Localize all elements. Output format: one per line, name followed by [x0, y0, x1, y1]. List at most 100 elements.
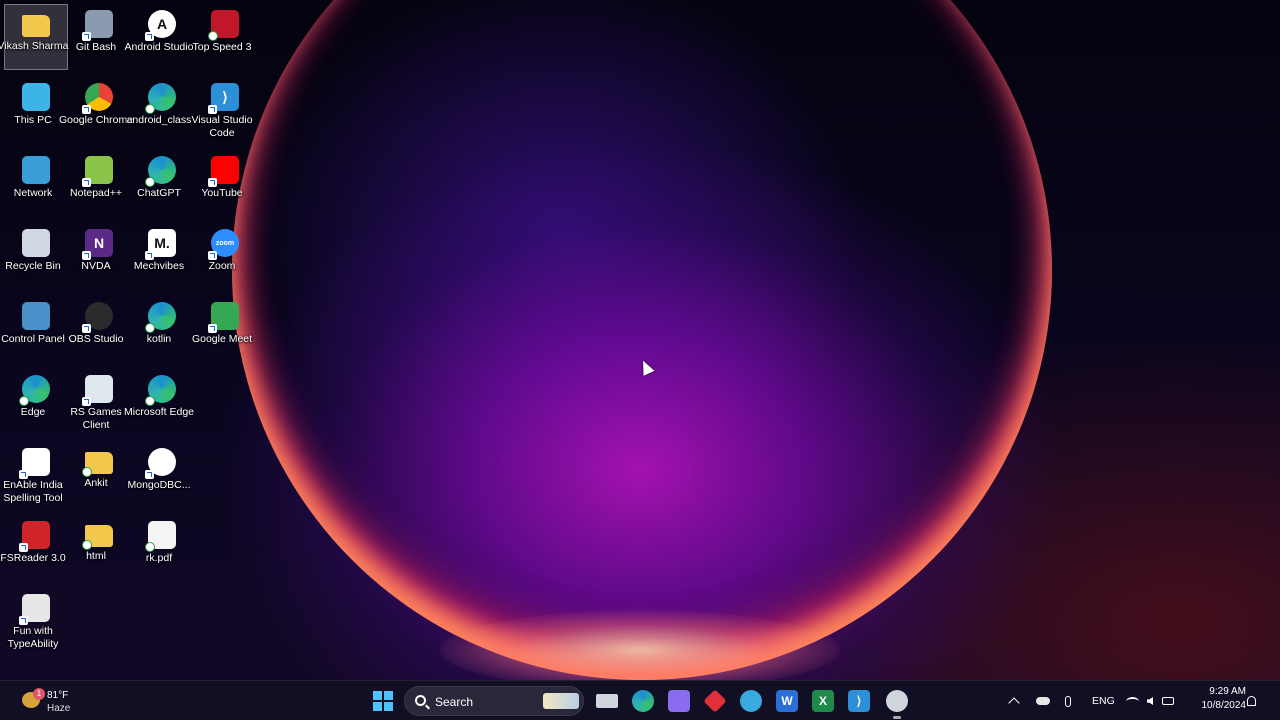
taskbar-app-button[interactable]: ⟩ [846, 688, 872, 714]
desktop-icon[interactable]: kotlin [130, 296, 194, 362]
desktop-icon[interactable]: Ankit [67, 442, 131, 508]
shortcut-overlay-icon [145, 396, 155, 406]
shortcut-overlay-icon [208, 324, 217, 333]
zoom-icon: zoom [208, 229, 239, 260]
folder-icon [82, 525, 113, 550]
desktop-icon-label: Top Speed 3 [192, 41, 252, 53]
shortcut-overlay-icon [82, 467, 92, 477]
desktop-icon[interactable]: Google Meet [192, 296, 257, 362]
wifi-icon [1126, 696, 1139, 706]
microphone-icon [1065, 695, 1071, 707]
shortcut-overlay-icon [145, 251, 154, 260]
shortcut-overlay-icon [145, 323, 155, 333]
typeability-icon [19, 594, 50, 625]
desktop-icon[interactable]: YouTube [193, 150, 257, 216]
desktop: Vikash Sharma This PC Network Recycle Bin Co… [0, 0, 1280, 680]
desktop-icon[interactable]: Notepad++ [67, 150, 131, 216]
word-icon: W [776, 690, 798, 712]
desktop-icon[interactable]: Fun with TypeAbility [4, 588, 68, 654]
desktop-icon[interactable]: RS Games Client [67, 369, 131, 435]
document-icon [19, 448, 50, 479]
desktop-icon[interactable]: N NVDA [67, 223, 131, 289]
microphone-button[interactable] [1065, 681, 1071, 720]
language-indicator[interactable]: ENG [1092, 681, 1115, 720]
desktop-icon-label: rk.pdf [145, 552, 173, 564]
desktop-icon-label: Visual Studio Code [191, 114, 253, 139]
desktop-icon[interactable]: FSReader 3.0 [0, 515, 68, 581]
taskbar-app-button[interactable] [594, 688, 620, 714]
taskbar-app-button[interactable] [666, 688, 692, 714]
clock-date: 10/8/2024 [1201, 700, 1247, 711]
nvda-icon: N [82, 229, 113, 260]
desktop-icon[interactable]: OBS Studio [67, 296, 131, 362]
top-speed-icon [208, 10, 239, 41]
start-button[interactable] [370, 688, 396, 714]
desktop-icon[interactable]: A Android Studio [125, 4, 194, 70]
edge-icon [145, 156, 176, 187]
computer-icon [22, 83, 50, 111]
help-icon [740, 690, 762, 712]
notifications-button[interactable] [1247, 681, 1256, 720]
desktop-icon[interactable]: This PC [4, 77, 68, 143]
desktop-icon[interactable]: zoom Zoom [193, 223, 257, 289]
shortcut-overlay-icon [19, 470, 28, 479]
shortcut-overlay-icon [145, 32, 154, 41]
android-studio-icon: A [145, 10, 176, 41]
taskbar-app-button[interactable] [738, 688, 764, 714]
obs-studio-icon [82, 302, 113, 333]
quick-settings-button[interactable] [1126, 681, 1174, 720]
folder-icon [82, 452, 113, 477]
shortcut-overlay-icon [82, 324, 91, 333]
edge-icon [145, 83, 176, 114]
network-icon [22, 156, 50, 184]
desktop-icon[interactable]: Control Panel [1, 296, 68, 362]
weather-temperature: 81°F [47, 690, 69, 701]
desktop-icon[interactable]: Recycle Bin [4, 223, 68, 289]
desktop-icon[interactable]: ⟩ Visual Studio Code [191, 77, 257, 143]
volume-icon [1147, 697, 1153, 705]
weather-condition: Haze [47, 703, 71, 714]
shortcut-overlay-icon [145, 177, 155, 187]
taskbar-app-button[interactable] [884, 688, 910, 719]
taskbar-app-button[interactable]: W [774, 688, 800, 714]
desktop-icon[interactable]: Top Speed 3 [193, 4, 257, 70]
desktop-icon[interactable]: Vikash Sharma [0, 4, 69, 70]
desktop-icon-label: MongoDBC... [127, 479, 191, 491]
shortcut-overlay-icon [82, 178, 91, 187]
windows-logo-pane [384, 702, 393, 711]
rs-games-icon [82, 375, 113, 406]
desktop-icon[interactable]: M. Mechvibes [130, 223, 194, 289]
desktop-icon-label: Fun with TypeAbility [7, 625, 59, 650]
show-hidden-icons-button[interactable] [1008, 681, 1020, 720]
taskbar-search-box[interactable]: Search [404, 686, 584, 716]
fsreader-icon [19, 521, 50, 552]
search-icon [415, 695, 426, 706]
taskbar-app-button[interactable] [630, 688, 656, 714]
vscode-icon: ⟩ [208, 83, 239, 114]
desktop-icon[interactable]: Network [4, 150, 68, 216]
desktop-icon[interactable]: rk.pdf [130, 515, 194, 581]
clock[interactable]: 9:29 AM 10/8/2024 [1186, 685, 1247, 713]
desktop-icon[interactable]: Git Bash [67, 4, 131, 70]
desktop-icon-label: Microsoft Edge [123, 406, 195, 418]
taskbar: 1 81°F Haze Search W X ⟩ ENG 9:29 AM 10/8/… [0, 680, 1280, 720]
desktop-icon[interactable]: Google Chrome [59, 77, 133, 143]
shortcut-overlay-icon [82, 397, 91, 406]
weather-widget[interactable]: 1 81°F Haze [22, 686, 102, 716]
onedrive-button[interactable] [1036, 681, 1050, 720]
desktop-icon[interactable]: MongoDBC... [127, 442, 194, 508]
app-red-diamond-icon [703, 689, 727, 713]
youtube-icon [208, 156, 239, 187]
taskbar-app-button[interactable] [702, 688, 728, 714]
edge-icon [632, 690, 654, 712]
edge-icon [145, 375, 176, 406]
shortcut-overlay-icon [19, 543, 28, 552]
desktop-icon[interactable]: html [67, 515, 131, 581]
desktop-icon[interactable]: Microsoft Edge [124, 369, 194, 435]
desktop-icon-label: Zoom [208, 260, 236, 272]
language-label: ENG [1092, 695, 1115, 707]
desktop-icon[interactable]: EnAble India Spelling Tool [3, 442, 68, 508]
git-bash-icon [82, 10, 113, 41]
taskbar-app-button[interactable]: X [810, 688, 836, 714]
desktop-icon[interactable]: ChatGPT [130, 150, 194, 216]
